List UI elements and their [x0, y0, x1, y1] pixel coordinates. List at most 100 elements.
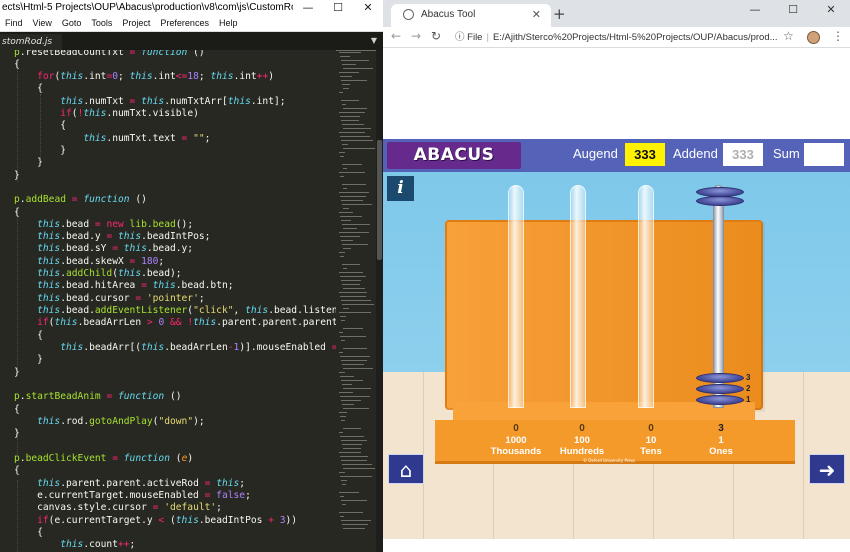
minimap-line [342, 284, 360, 285]
tab-close-icon[interactable]: ✕ [532, 4, 541, 26]
back-arrow-icon[interactable]: ← [391, 29, 401, 43]
editor-scrollbar[interactable] [376, 50, 383, 552]
editor-menu-bar: Find View Goto Tools Project Preferences… [0, 16, 383, 32]
minimap-line [341, 200, 363, 201]
menu-goto[interactable]: Goto [57, 16, 87, 31]
bead-top-handle[interactable] [696, 196, 744, 206]
minimap-line [343, 168, 347, 169]
minimap-line [339, 472, 345, 473]
minimap-line [342, 164, 362, 165]
code-line: this.numTxt.text = ""; [83, 133, 211, 144]
code-line: { [14, 404, 20, 415]
minimap-line [341, 100, 359, 101]
browser-tab-abacus-tool[interactable]: Abacus Tool ✕ [391, 4, 551, 27]
bead[interactable] [696, 384, 744, 394]
minimap-line [342, 84, 350, 85]
place-name-thousands: Thousands [490, 446, 542, 457]
profile-avatar[interactable] [807, 31, 820, 44]
code-line: this.numTxt = this.numTxtArr[this.int]; [60, 96, 286, 107]
minimap-line [340, 296, 366, 297]
home-button[interactable]: ⌂ [388, 454, 424, 484]
minimap-line [340, 216, 362, 217]
code-line: p.resetBeadCountTxt = function () [14, 50, 205, 58]
new-tab-button[interactable]: + [553, 5, 566, 23]
minimap-line [341, 220, 351, 221]
code-line: if(!this.numTxt.visible) [60, 108, 199, 119]
minimap-line [342, 184, 366, 185]
minimap-line [343, 188, 347, 189]
minimap-line [340, 156, 344, 157]
minimap-line [343, 108, 367, 109]
tab-list-dropdown-icon[interactable]: ▼ [371, 36, 377, 45]
minimap-line [343, 528, 365, 529]
address-bar[interactable]: ⓘ File | E:/Ajith/Sterco%20Projects/Html-5… [455, 29, 795, 46]
menu-tools[interactable]: Tools [86, 16, 117, 31]
augend-label: Augend [573, 146, 618, 161]
minimap-line [339, 132, 365, 133]
tab-customrod-js[interactable]: stomRod.js [0, 34, 62, 50]
menu-preferences[interactable]: Preferences [155, 16, 214, 31]
bookmark-star-icon[interactable]: ☆ [783, 29, 794, 43]
minimap-line [339, 332, 343, 333]
code-area[interactable]: p.resetBeadCountTxt = function () { for(… [0, 50, 336, 552]
minimap-viewport[interactable] [336, 50, 376, 51]
minimap-line [339, 152, 345, 153]
reload-icon[interactable]: ↻ [431, 29, 441, 43]
code-line: } [14, 170, 20, 181]
rod-tens[interactable] [638, 185, 654, 408]
menu-help[interactable]: Help [214, 16, 243, 31]
minimap-line [342, 464, 372, 465]
minimap-line [341, 400, 361, 401]
code-line: this.beadArr[(this.beadArrLen-1)].mouseE… [60, 342, 336, 353]
rod-thousands[interactable] [508, 185, 524, 408]
bead[interactable] [696, 373, 744, 383]
code-line: this.bead.y = this.beadIntPos; [37, 231, 211, 242]
minimap-line [340, 76, 352, 77]
minimap-line [339, 512, 363, 513]
minimap-line [341, 60, 369, 61]
minimap-line [339, 232, 369, 233]
editor-minimize-button[interactable]: — [293, 0, 323, 16]
browser-toolbar: ← → ↻ ⓘ File | E:/Ajith/Sterco%20Projects/… [383, 27, 850, 48]
menu-view[interactable]: View [28, 16, 57, 31]
forward-arrow-icon[interactable]: → [411, 29, 421, 43]
sum-label: Sum [773, 146, 800, 161]
minimap-line [341, 520, 371, 521]
minimap-line [341, 380, 363, 381]
editor-minimap[interactable] [336, 50, 376, 552]
minimap-line [342, 244, 368, 245]
url-text[interactable]: E:/Ajith/Sterco%20Projects/Html-5%20Proj… [493, 32, 778, 43]
menu-find[interactable]: Find [0, 16, 28, 31]
minimap-line [340, 116, 360, 117]
minimap-line [341, 80, 367, 81]
browser-close-button[interactable]: ✕ [812, 0, 850, 20]
bead[interactable] [696, 395, 744, 405]
editor-maximize-button[interactable]: ☐ [323, 0, 353, 16]
abacus-stage: i 3 2 1 0 0 0 3 1000 100 10 1 Thousands … [383, 172, 850, 539]
editor-scrollbar-thumb[interactable] [377, 140, 382, 260]
minimap-line [341, 460, 367, 461]
browser-maximize-button[interactable]: ☐ [774, 0, 812, 20]
minimap-line [342, 264, 360, 265]
minimap-line [340, 316, 346, 317]
minimap-line [343, 128, 371, 129]
minimap-line [340, 396, 370, 397]
browser-menu-icon[interactable]: ⋮ [832, 29, 844, 43]
code-line: p.addBead = function () [14, 194, 147, 205]
minimap-line [341, 300, 371, 301]
code-line: this.bead = new lib.bead(); [37, 219, 194, 230]
menu-project[interactable]: Project [117, 16, 155, 31]
browser-window: Abacus Tool ✕ + — ☐ ✕ ← → ↻ ⓘ File | E:/Aj… [383, 0, 850, 552]
minimap-line [342, 384, 352, 385]
info-button[interactable]: i [387, 176, 414, 201]
site-info-icon[interactable]: ⓘ [455, 32, 465, 43]
sum-value[interactable] [804, 143, 844, 166]
code-line: { [14, 527, 43, 538]
rod-hundreds[interactable] [570, 185, 586, 408]
abacus-base-top [453, 402, 755, 422]
minimap-line [342, 104, 346, 105]
browser-tab-title: Abacus Tool [421, 9, 476, 20]
browser-minimize-button[interactable]: — [736, 0, 774, 20]
editor-close-button[interactable]: ✕ [353, 0, 383, 16]
next-button[interactable]: ➜ [809, 454, 845, 484]
